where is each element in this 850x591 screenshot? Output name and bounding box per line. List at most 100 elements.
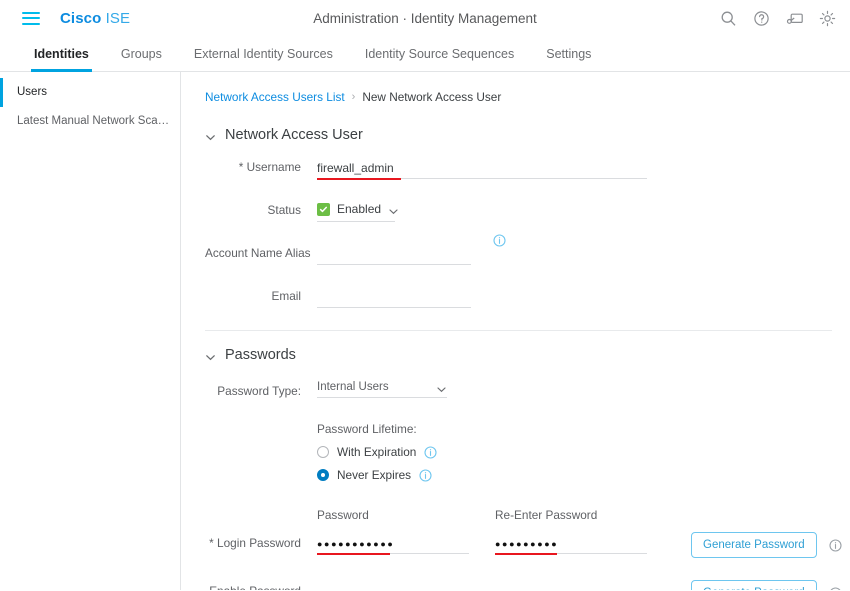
chevron-down-icon xyxy=(436,382,447,393)
enable-password-input[interactable] xyxy=(317,580,469,590)
sidebar-item-latest-manual-network-scan-results[interactable]: Latest Manual Network Scan Res... xyxy=(0,107,180,136)
breadcrumb-current: New Network Access User xyxy=(362,90,502,104)
email-field-wrap xyxy=(317,286,471,308)
tab-identity-source-sequences-label: Identity Source Sequences xyxy=(364,46,515,61)
help-icon[interactable] xyxy=(753,10,770,27)
search-icon[interactable] xyxy=(720,10,737,27)
section-header-passwords[interactable]: Passwords xyxy=(205,347,850,363)
chevron-down-icon xyxy=(205,350,216,361)
form-row-email: Email xyxy=(205,286,832,308)
password-type-label-text: Password Type: xyxy=(217,384,301,398)
form-row-username: * Username firewall_admin xyxy=(205,157,832,180)
form-row-login-password: * Login Password ●●●●●●●●●●● ●●●●●●●●● G… xyxy=(205,532,842,558)
password-type-value: Internal Users xyxy=(317,381,389,393)
status-label: Status xyxy=(205,200,317,217)
feedback-icon[interactable] xyxy=(786,10,803,27)
left-sidebar: Users Latest Manual Network Scan Res... xyxy=(0,72,181,590)
network-access-user-form: * Username firewall_admin Status Enabled… xyxy=(181,157,850,308)
email-label: Email xyxy=(205,286,317,303)
radio-never-expires-label: Never Expires xyxy=(337,468,412,482)
password-column-header: Password xyxy=(317,508,369,522)
login-password-label-text: Login Password xyxy=(217,536,301,550)
tab-groups[interactable]: Groups xyxy=(105,36,178,71)
section-divider xyxy=(205,330,832,331)
login-password-reenter-highlight-underline xyxy=(495,552,557,555)
brand-primary: Cisco xyxy=(60,9,102,27)
status-dropdown[interactable]: Enabled xyxy=(317,200,398,222)
gear-icon[interactable] xyxy=(819,10,836,27)
login-password-input[interactable]: ●●●●●●●●●●● xyxy=(317,532,469,554)
status-label-text: Status xyxy=(267,203,301,217)
login-password-value: ●●●●●●●●●●● xyxy=(317,539,395,550)
enable-password-reenter-cell xyxy=(495,580,673,590)
form-row-password-type: Password Type: Internal Users xyxy=(205,381,832,398)
password-lifetime-label: Password Lifetime: xyxy=(317,422,417,436)
with-expiration-info-icon[interactable] xyxy=(424,445,437,459)
status-value: Enabled xyxy=(337,202,382,216)
login-password-reenter-input[interactable]: ●●●●●●●●● xyxy=(495,532,647,554)
enable-password-actions: Generate Password xyxy=(691,580,842,590)
tab-identities-label: Identities xyxy=(34,46,89,61)
generate-password-button-enable[interactable]: Generate Password xyxy=(691,580,817,590)
reenter-password-column-header: Re-Enter Password xyxy=(495,508,598,522)
radio-with-expiration-indicator xyxy=(317,446,329,458)
account-name-alias-info-icon[interactable] xyxy=(493,234,506,247)
login-password-info-icon[interactable] xyxy=(829,538,842,552)
username-highlight-underline xyxy=(317,177,401,180)
account-name-alias-label-text: Account Name Alias xyxy=(205,246,311,260)
login-password-reenter-field-wrap: ●●●●●●●●● xyxy=(495,532,647,555)
email-input[interactable] xyxy=(317,286,471,308)
username-label-text: Username xyxy=(246,160,301,174)
section-header-network-access-user[interactable]: Network Access User xyxy=(205,127,850,143)
form-row-enable-password: Enable Password Generate Password xyxy=(205,580,841,590)
radio-with-expiration-label: With Expiration xyxy=(337,445,417,459)
sidebar-item-users[interactable]: Users xyxy=(0,78,180,107)
radio-never-expires[interactable]: Never Expires xyxy=(317,468,832,482)
password-type-select[interactable]: Internal Users xyxy=(317,381,447,398)
login-password-field-wrap: ●●●●●●●●●●● xyxy=(317,532,469,555)
hamburger-icon[interactable] xyxy=(22,11,40,25)
tab-identities[interactable]: Identities xyxy=(18,36,105,72)
enable-password-reenter-input[interactable] xyxy=(495,580,647,590)
tab-settings-label: Settings xyxy=(546,46,592,61)
account-name-alias-input[interactable] xyxy=(317,243,471,265)
enable-password-cell xyxy=(317,580,495,590)
username-value: firewall_admin xyxy=(317,160,394,175)
sidebar-item-users-label: Users xyxy=(17,86,48,98)
login-password-reenter-cell: ●●●●●●●●● xyxy=(495,532,673,555)
brand-logo[interactable]: Cisco ISE xyxy=(60,10,130,27)
enable-password-info-icon[interactable] xyxy=(829,586,842,590)
tab-identity-source-sequences[interactable]: Identity Source Sequences xyxy=(349,36,530,71)
breadcrumb-link-network-access-users-list[interactable]: Network Access Users List xyxy=(205,90,345,104)
passwords-form: Password Type: Internal Users Password L… xyxy=(181,381,850,590)
radio-never-expires-indicator xyxy=(317,469,329,481)
brand-secondary: ISE xyxy=(105,9,131,27)
password-lifetime-group: Password Lifetime: With Expiration Never… xyxy=(205,422,832,482)
tab-external-identity-sources[interactable]: External Identity Sources xyxy=(178,36,349,71)
username-required-marker: * xyxy=(238,160,244,174)
username-input[interactable]: firewall_admin xyxy=(317,157,647,179)
never-expires-info-icon[interactable] xyxy=(419,468,432,482)
top-header-bar: Cisco ISE Administration · Identity Mana… xyxy=(0,0,850,36)
form-row-account-name-alias: Account Name Alias xyxy=(205,234,832,265)
chevron-down-icon xyxy=(205,130,216,141)
sidebar-item-latest-scan-label: Latest Manual Network Scan Res... xyxy=(17,114,180,127)
enable-password-label: Enable Password xyxy=(205,580,317,590)
password-column-headers: Password Re-Enter Password xyxy=(205,508,832,522)
breadcrumb: Network Access Users List › New Network … xyxy=(181,72,850,104)
login-password-reenter-value: ●●●●●●●●● xyxy=(495,539,559,550)
chevron-down-icon xyxy=(388,204,399,215)
email-label-text: Email xyxy=(271,289,302,303)
header-icon-group xyxy=(720,10,836,27)
password-type-label: Password Type: xyxy=(205,381,317,398)
section-title-passwords: Passwords xyxy=(225,347,296,363)
tab-settings[interactable]: Settings xyxy=(530,36,607,71)
tab-external-identity-sources-label: External Identity Sources xyxy=(193,46,333,61)
generate-password-button-login[interactable]: Generate Password xyxy=(691,532,817,558)
form-row-status: Status Enabled xyxy=(205,200,832,222)
radio-with-expiration[interactable]: With Expiration xyxy=(317,445,832,459)
breadcrumb-separator-icon: › xyxy=(351,91,356,103)
primary-tab-strip: Identities Groups External Identity Sour… xyxy=(0,36,850,72)
login-password-cell: ●●●●●●●●●●● xyxy=(317,532,495,555)
username-field-wrap: firewall_admin xyxy=(317,157,647,180)
